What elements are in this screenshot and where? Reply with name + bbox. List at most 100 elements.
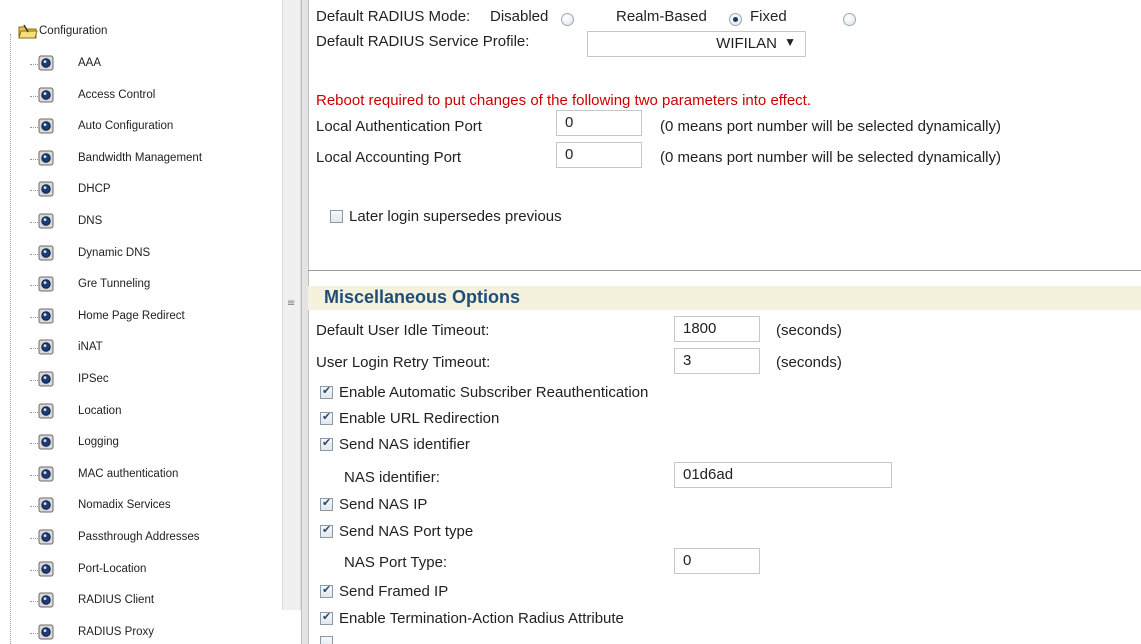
idle-timeout-input[interactable]: 1800 — [674, 316, 760, 342]
tree-item[interactable]: RADIUS Proxy — [0, 623, 278, 643]
page-icon — [38, 87, 54, 103]
radius-option-disabled-radio[interactable] — [561, 12, 574, 26]
radius-option-realm-radio[interactable] — [729, 12, 743, 26]
reauth-checkbox[interactable] — [320, 384, 333, 399]
tree-item[interactable]: Access Control — [0, 86, 278, 106]
radius-profile-value: WIFILAN — [716, 35, 777, 52]
page-icon — [38, 371, 54, 387]
page-icon — [38, 150, 54, 166]
page-icon — [38, 118, 54, 134]
tree-item[interactable]: DHCP — [0, 180, 278, 200]
retry-timeout-unit: (seconds) — [776, 354, 842, 371]
nas-port-type-input[interactable]: 0 — [674, 548, 760, 574]
reauth-row[interactable]: Enable Automatic Subscriber Reauthentica… — [320, 384, 648, 401]
reauth-label: Enable Automatic Subscriber Reauthentica… — [339, 384, 649, 401]
misc-section-header: Miscellaneous Options — [308, 286, 1141, 310]
later-login-row[interactable]: Later login supersedes previous — [330, 208, 562, 225]
tree-item[interactable]: DNS — [0, 212, 278, 232]
send-framed-ip-checkbox[interactable] — [320, 583, 333, 598]
acct-port-note: (0 means port number will be selected dy… — [660, 149, 1001, 166]
navigation-tree: Configuration AAA Access Control Auto Conf… — [0, 0, 278, 644]
tree-item-label: iNAT — [78, 341, 103, 354]
send-nas-port-row[interactable]: Send NAS Port type — [320, 523, 473, 540]
page-icon — [38, 213, 54, 229]
acct-port-label: Local Accounting Port — [316, 149, 462, 166]
page-icon — [38, 55, 54, 71]
tree-item-label: Location — [78, 404, 122, 417]
tree-root-label: Configuration — [39, 25, 108, 37]
tree-item[interactable]: Logging — [0, 433, 278, 453]
radius-option-disabled-label: Disabled — [490, 8, 549, 25]
tree-item-label: Gre Tunneling — [78, 278, 151, 291]
tree-item-label: Auto Configuration — [78, 120, 174, 133]
acct-port-input[interactable]: 0 — [556, 142, 642, 168]
send-framed-ip-row[interactable]: Send Framed IP — [320, 583, 448, 600]
later-login-label: Later login supersedes previous — [349, 208, 562, 225]
tree-item[interactable]: RADIUS Client — [0, 591, 278, 611]
cut-off-row[interactable] — [320, 636, 339, 644]
tree-item[interactable]: Dynamic DNS — [0, 244, 278, 264]
radius-option-fixed-radio[interactable] — [843, 12, 857, 26]
chevron-down-icon: ▼ — [784, 35, 796, 49]
tree-item-label: IPSec — [78, 373, 109, 385]
nas-port-type-label: NAS Port Type: — [344, 554, 448, 571]
tree-item[interactable]: IPSec — [0, 370, 278, 390]
tree-item[interactable]: Auto Configuration — [0, 117, 278, 137]
page-icon — [38, 592, 54, 608]
send-nas-id-label: Send NAS identifier — [339, 436, 470, 453]
page-icon — [38, 529, 54, 545]
tree-item[interactable]: Nomadix Services — [0, 496, 278, 516]
tree-item[interactable]: Location — [0, 402, 278, 422]
send-nas-id-row[interactable]: Send NAS identifier — [320, 436, 470, 453]
term-action-checkbox[interactable] — [320, 610, 333, 625]
url-redirect-checkbox[interactable] — [320, 410, 333, 425]
send-nas-port-checkbox[interactable] — [320, 523, 333, 538]
tree-item[interactable]: Bandwidth Management — [0, 149, 278, 169]
tree-item[interactable]: Home Page Redirect — [0, 307, 278, 327]
section-divider — [308, 270, 1141, 271]
send-nas-id-checkbox[interactable] — [320, 436, 333, 451]
send-framed-ip-label: Send Framed IP — [339, 583, 449, 600]
radius-option-fixed-label: Fixed — [750, 8, 787, 25]
radius-profile-label: Default RADIUS Service Profile: — [316, 33, 530, 50]
tree-item[interactable]: Port-Location — [0, 560, 278, 580]
tree-item-label: Access Control — [78, 88, 156, 101]
page-icon — [38, 403, 54, 419]
page-icon — [38, 466, 54, 482]
tree-item[interactable]: iNAT — [0, 338, 278, 358]
term-action-row[interactable]: Enable Termination-Action Radius Attribu… — [320, 610, 624, 627]
radius-profile-select[interactable]: WIFILAN ▼ — [587, 31, 806, 57]
auth-port-input[interactable]: 0 — [556, 110, 642, 136]
tree-item[interactable]: Passthrough Addresses — [0, 528, 278, 548]
nas-id-input[interactable]: 01d6ad — [674, 462, 892, 488]
cut-off-checkbox[interactable] — [320, 636, 333, 644]
nas-id-label: NAS identifier: — [344, 469, 440, 486]
tree-scrollbar[interactable]: ≡ — [282, 0, 301, 610]
scrollbar-grip-icon: ≡ — [287, 298, 296, 309]
term-action-label: Enable Termination-Action Radius Attribu… — [339, 610, 624, 627]
reboot-notice: Reboot required to put changes of the fo… — [316, 92, 812, 109]
send-nas-ip-label: Send NAS IP — [339, 496, 428, 513]
page-icon — [38, 308, 54, 324]
tree-item[interactable]: AAA — [0, 54, 278, 74]
page-icon — [38, 339, 54, 355]
tree-item[interactable]: Gre Tunneling — [0, 275, 278, 295]
url-redirect-row[interactable]: Enable URL Redirection — [320, 410, 499, 427]
radius-mode-label: Default RADIUS Mode: — [316, 8, 471, 25]
later-login-checkbox[interactable] — [330, 210, 343, 223]
send-nas-ip-checkbox[interactable] — [320, 496, 333, 511]
tree-item-label: Passthrough Addresses — [78, 531, 200, 543]
retry-timeout-input[interactable]: 3 — [674, 348, 760, 374]
auth-port-label: Local Authentication Port — [316, 118, 482, 135]
idle-timeout-unit: (seconds) — [776, 322, 842, 339]
folder-icon — [18, 23, 38, 39]
tree-item-label: Home Page Redirect — [78, 309, 185, 322]
auth-port-note: (0 means port number will be selected dy… — [660, 118, 1001, 135]
url-redirect-label: Enable URL Redirection — [339, 410, 500, 427]
tree-item[interactable]: MAC authentication — [0, 465, 278, 485]
page-icon — [38, 434, 54, 450]
send-nas-ip-row[interactable]: Send NAS IP — [320, 496, 427, 513]
page-icon — [38, 497, 54, 513]
main-panel: Default RADIUS Mode: Disabled Realm-Base… — [308, 0, 1141, 644]
tree-root-configuration[interactable]: Configuration — [2, 20, 107, 42]
